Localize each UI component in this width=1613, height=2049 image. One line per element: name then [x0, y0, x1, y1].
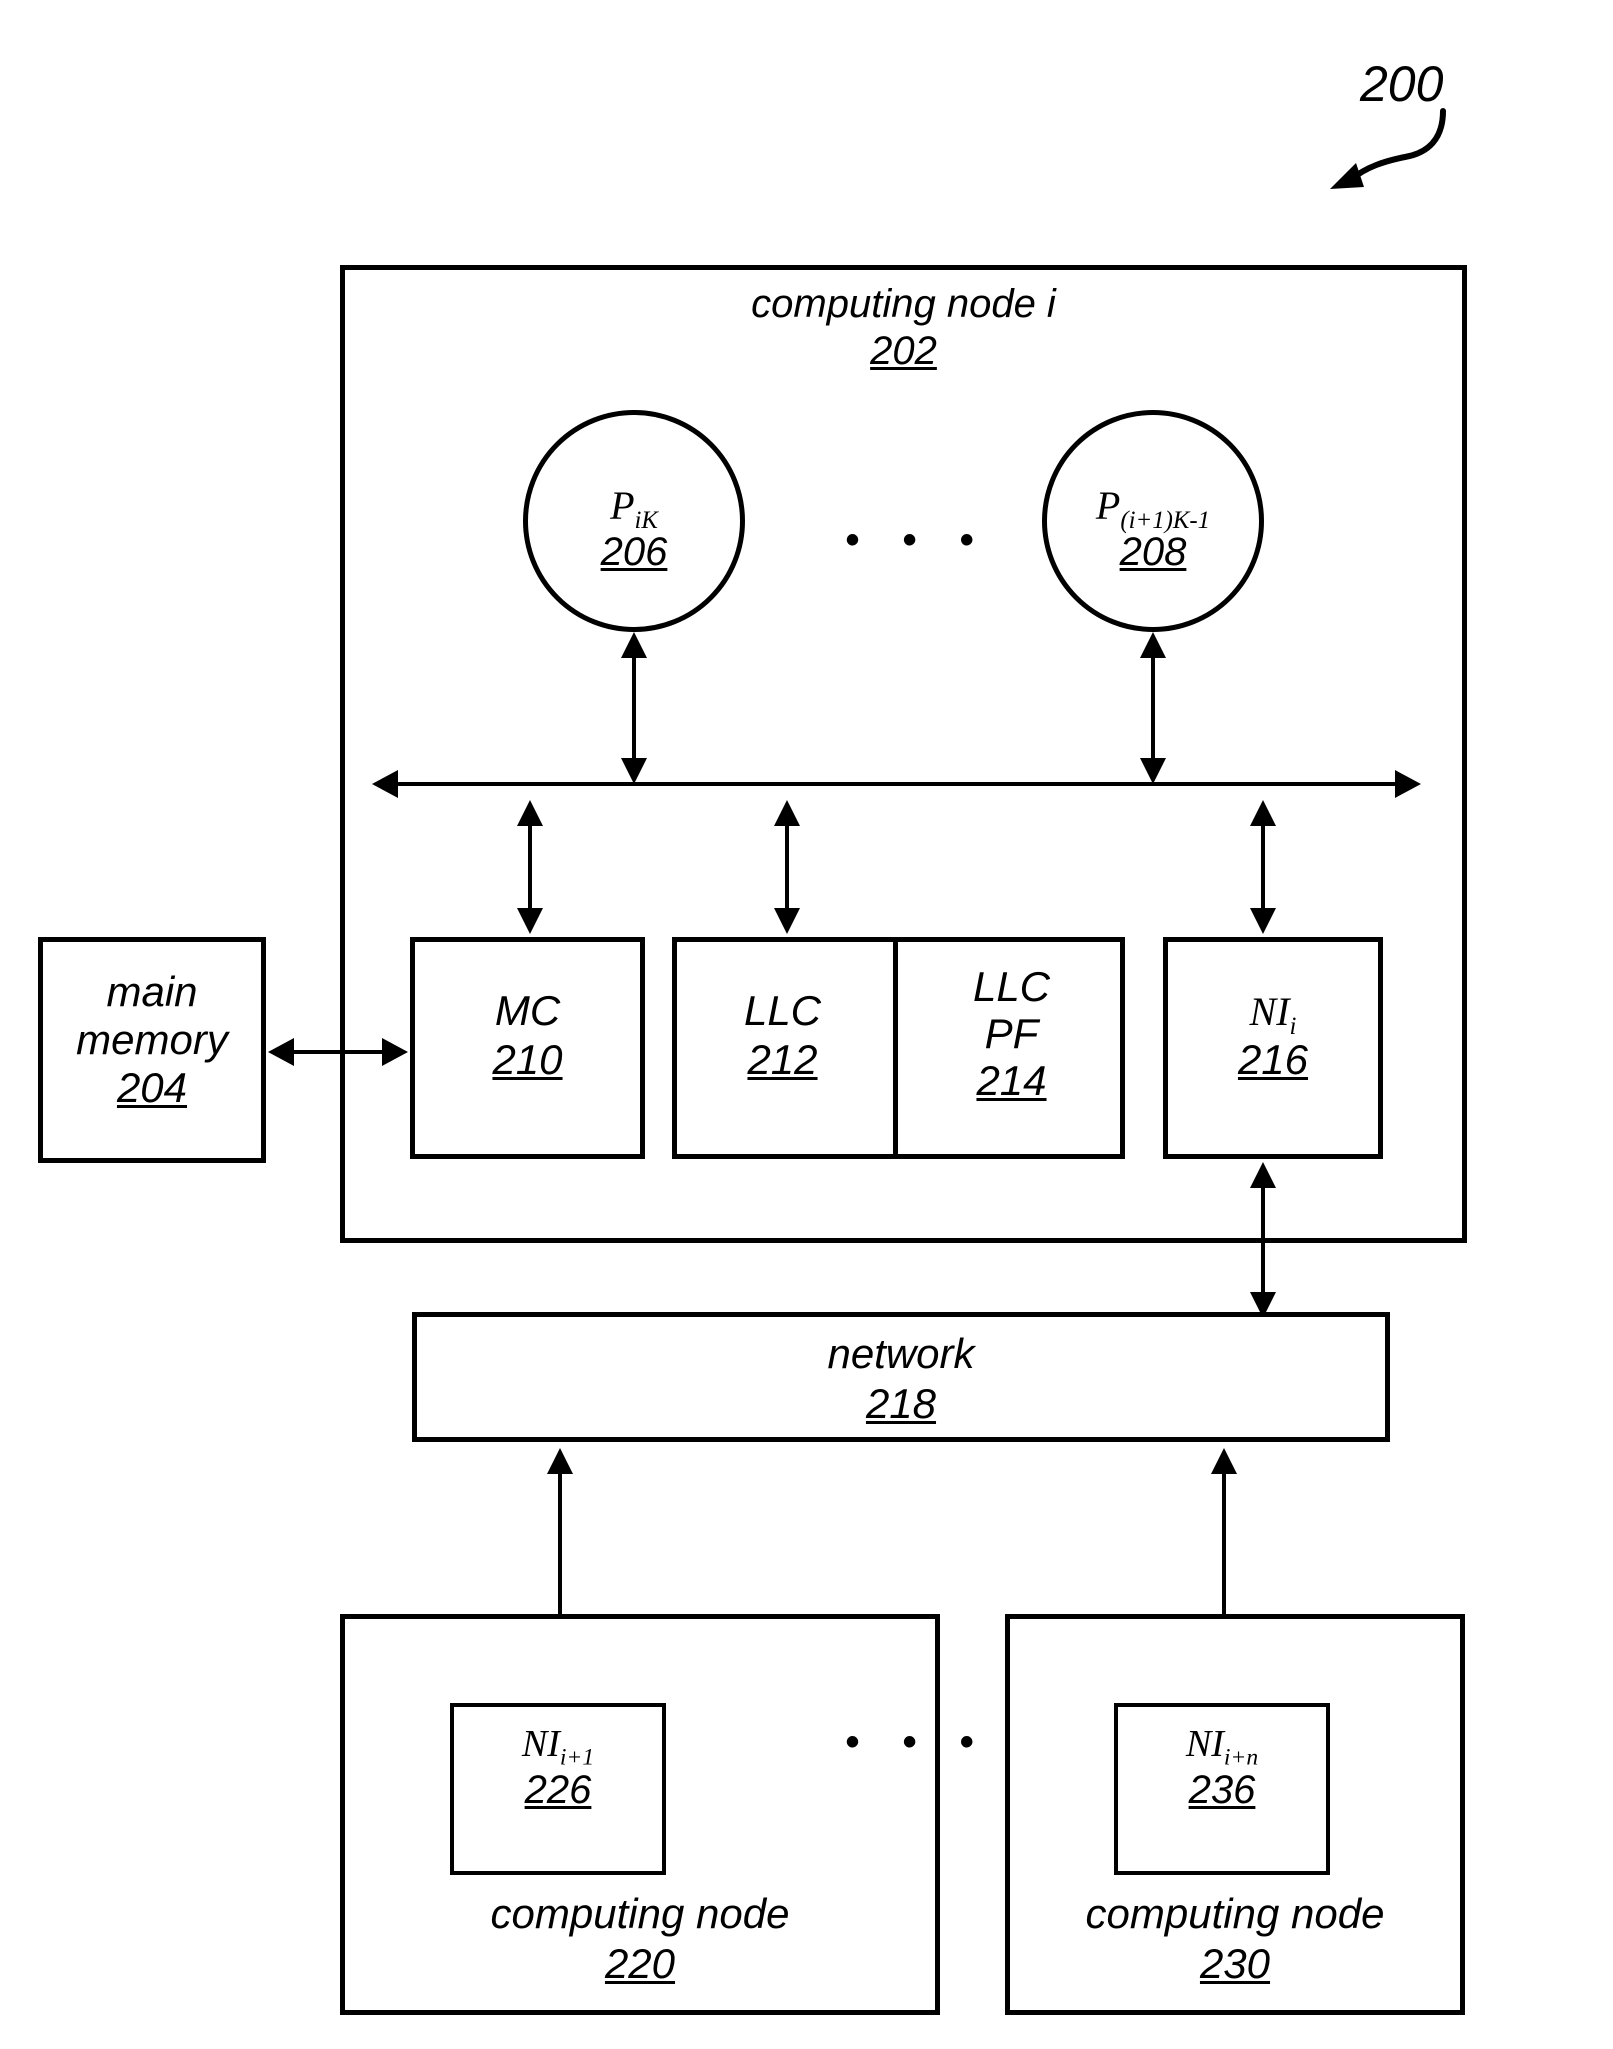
llc-pf-214-label-line2: PF [984, 1010, 1039, 1057]
network-interface-236-ref-value: 236 [1188, 1768, 1256, 1812]
llc-pf-214-ref-value: 214 [976, 1057, 1047, 1104]
network-218-label: network [827, 1330, 975, 1377]
processor-208-ref-value: 208 [1119, 530, 1187, 574]
arrow-bus-to-llc-head-down [774, 908, 800, 934]
arrow-memory-to-mc-shaft [292, 1050, 384, 1054]
bus-head-right [1395, 770, 1421, 798]
arrow-bus-to-llc-shaft [785, 820, 789, 910]
network-interface-226-name-base: NI [521, 1723, 560, 1765]
computing-node-202-ref: 202 [340, 329, 1467, 374]
llc-pf-214-label-line1: LLC [972, 963, 1051, 1010]
arrow-bus-to-ni-head-down [1250, 908, 1276, 934]
figure-reference-arrow [1330, 108, 1446, 189]
computing-node-202-title: computing node i [751, 282, 1056, 326]
llc-pf-214-ref: 214 [898, 1057, 1125, 1104]
llc-212-label: LLC [743, 987, 822, 1034]
computing-node-230-title: computing node [1085, 1890, 1385, 1937]
network-interface-236-name-base: NI [1185, 1723, 1224, 1765]
arrow-206-to-bus-shaft [632, 652, 636, 760]
computing-node-220-ref-value: 220 [604, 1940, 676, 1987]
mc-210-ref-value: 210 [492, 1036, 563, 1083]
computing-node-230-ref-value: 230 [1199, 1940, 1271, 1987]
figure-canvas: 200 computing node i 202 PiK 206 P(i+1)K… [0, 0, 1613, 2049]
main-memory-204-label-line2: memory [76, 1016, 228, 1063]
main-memory-204-ref-value: 204 [116, 1064, 188, 1111]
mc-210-ref: 210 [410, 1036, 645, 1083]
processor-208-ref: 208 [1042, 530, 1264, 575]
network-interface-226-name: NIi+1 [450, 1723, 666, 1771]
network-218-ref: 218 [412, 1380, 1390, 1427]
processor-206-ref-value: 206 [600, 530, 668, 574]
processor-206-name: PiK [523, 483, 745, 535]
arrow-bus-to-ni-shaft [1261, 820, 1265, 910]
computing-node-220-title: computing node [490, 1890, 790, 1937]
processor-208-name-base: P [1095, 483, 1121, 528]
arrow-memory-to-mc-head-right [382, 1038, 408, 1066]
llc-212-ref: 212 [672, 1036, 893, 1083]
processor-206-ref: 206 [523, 530, 745, 575]
processor-206-name-base: P [610, 483, 635, 528]
network-interface-236-name-subscript: i+n [1223, 1744, 1259, 1771]
computing-node-220-ref: 220 [340, 1940, 940, 1987]
arrow-bus-to-mc-shaft [528, 820, 532, 910]
bus-head-left [372, 770, 398, 798]
network-interface-226-ref: 226 [450, 1768, 666, 1813]
computing-node-202-ref-value: 202 [870, 329, 937, 373]
processor-208-name: P(i+1)K-1 [1042, 483, 1264, 535]
arrow-206-to-bus-head-down [621, 758, 647, 784]
main-memory-204-ref: 204 [38, 1064, 266, 1111]
arrow-208-to-bus-shaft [1151, 652, 1155, 760]
network-interface-226-name-subscript: i+1 [559, 1744, 595, 1771]
network-interface-226-ref-value: 226 [524, 1768, 592, 1812]
mc-210-label: MC [494, 987, 561, 1034]
network-interface-236-name: NIi+n [1114, 1723, 1330, 1771]
arrow-208-to-bus-head-down [1140, 758, 1166, 784]
main-memory-204-label-line1: main [106, 968, 198, 1015]
interconnect-bus [396, 782, 1399, 786]
arrow-ni-to-network-shaft [1261, 1182, 1265, 1294]
network-interface-216-ref: 216 [1163, 1036, 1383, 1083]
network-interface-216-ref-value: 216 [1237, 1036, 1309, 1083]
network-218-ref-value: 218 [865, 1380, 937, 1427]
arrow-bus-to-mc-head-down [517, 908, 543, 934]
peer-node-ellipsis: • • • [845, 1720, 990, 1764]
network-interface-216-name: NIi [1163, 989, 1383, 1041]
processor-ellipsis: • • • [845, 518, 990, 562]
network-interface-216-name-base: NI [1249, 989, 1290, 1034]
arrow-memory-to-mc-head-left [268, 1038, 294, 1066]
network-interface-236-ref: 236 [1114, 1768, 1330, 1813]
computing-node-230-ref: 230 [1005, 1940, 1465, 1987]
llc-212-ref-value: 212 [747, 1036, 818, 1083]
